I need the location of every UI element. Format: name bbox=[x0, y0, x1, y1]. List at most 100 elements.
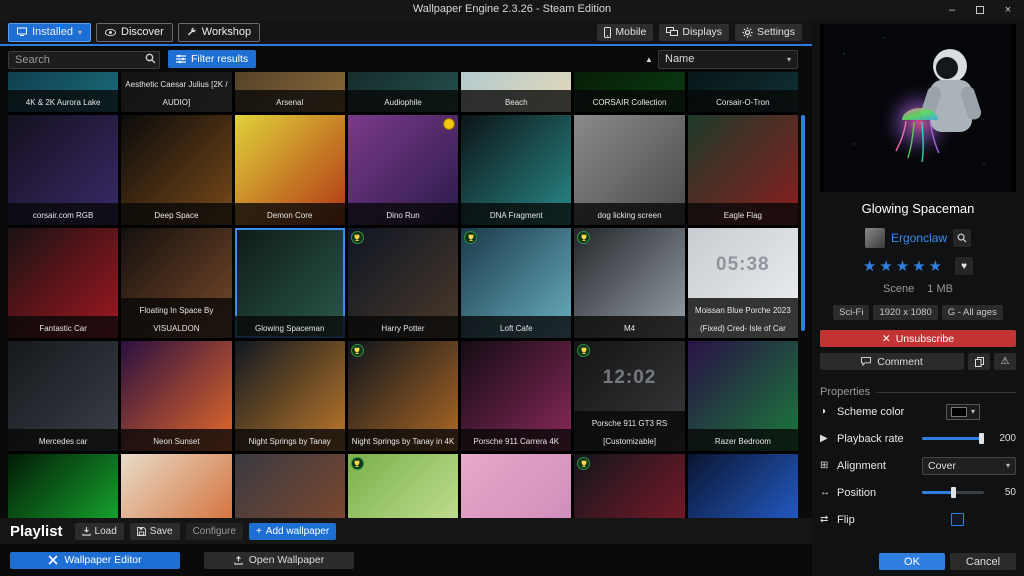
wallpaper-tile[interactable]: Eagle Flag bbox=[688, 115, 798, 225]
wallpaper-tile[interactable] bbox=[8, 454, 118, 518]
wallpaper-tile[interactable]: 12:02 Porsche 911 GT3 RS [Customizable] bbox=[574, 341, 684, 451]
tab-workshop[interactable]: Workshop bbox=[178, 23, 260, 42]
slider-handle[interactable] bbox=[951, 487, 956, 498]
maximize-button[interactable] bbox=[966, 0, 994, 20]
playlist-add-label: Add wallpaper bbox=[266, 526, 329, 537]
chevron-down-icon: ▾ bbox=[971, 407, 975, 416]
cancel-button[interactable]: Cancel bbox=[950, 553, 1016, 570]
filter-results-button[interactable]: Filter results bbox=[168, 50, 256, 68]
wallpaper-tile[interactable] bbox=[121, 454, 231, 518]
wallpaper-tile[interactable]: Corsair-O-Tron bbox=[688, 72, 798, 112]
tile-label-strip: Demon Core bbox=[235, 203, 345, 225]
comment-button[interactable]: Comment bbox=[820, 353, 964, 370]
favorite-button[interactable]: ♥ bbox=[955, 257, 973, 275]
wallpaper-tile[interactable] bbox=[235, 454, 345, 518]
scheme-color-picker[interactable]: ▾ bbox=[946, 404, 980, 420]
displays-button[interactable]: Displays bbox=[659, 24, 729, 41]
wallpaper-tile[interactable]: corsair.com RGB bbox=[8, 115, 118, 225]
sort-dropdown[interactable]: Name ▾ bbox=[658, 50, 798, 69]
author-link[interactable]: Ergonclaw bbox=[891, 231, 947, 245]
wallpaper-tile[interactable]: Night Springs by Tanay bbox=[235, 341, 345, 451]
wallpaper-tile[interactable]: Dino Run bbox=[348, 115, 458, 225]
wallpaper-tile[interactable]: Audiophile bbox=[348, 72, 458, 112]
open-wallpaper-button[interactable]: Open Wallpaper bbox=[204, 552, 354, 569]
slider-handle[interactable] bbox=[979, 433, 984, 444]
wallpaper-tile[interactable]: 4K & 2K Aurora Lake bbox=[8, 72, 118, 112]
wallpaper-tile[interactable]: Loft Cafe bbox=[461, 228, 571, 338]
tile-label-strip: Night Springs by Tanay bbox=[235, 429, 345, 451]
playlist-save-button[interactable]: Save bbox=[130, 523, 180, 540]
wallpaper-tile[interactable]: Fantastic Car bbox=[8, 228, 118, 338]
mobile-button[interactable]: Mobile bbox=[597, 24, 653, 41]
tab-installed[interactable]: Installed ▾ bbox=[8, 23, 91, 42]
tile-label-strip: Porsche 911 Carrera 4K bbox=[461, 429, 571, 451]
ok-button[interactable]: OK bbox=[879, 553, 945, 570]
tags-row: Sci-Fi 1920 x 1080 G - All ages bbox=[820, 305, 1016, 320]
wallpaper-tile[interactable] bbox=[461, 454, 571, 518]
wallpaper-title: Mercedes car bbox=[39, 437, 87, 446]
properties-header: Properties bbox=[820, 386, 1016, 398]
comment-icon bbox=[861, 357, 871, 366]
tag-genre: Sci-Fi bbox=[833, 305, 869, 320]
alignment-dropdown[interactable]: Cover ▾ bbox=[922, 457, 1016, 475]
sort-direction-button[interactable]: ▲ bbox=[640, 55, 658, 64]
tab-discover[interactable]: Discover bbox=[96, 23, 173, 42]
playlist-add-wallpaper-button[interactable]: + Add wallpaper bbox=[249, 523, 336, 540]
wallpaper-title: M4 bbox=[624, 324, 635, 333]
properties-divider bbox=[876, 392, 1016, 393]
wallpaper-tile[interactable]: DNA Fragment bbox=[461, 115, 571, 225]
wallpaper-tile[interactable]: Floating In Space By VISUALDON bbox=[121, 228, 231, 338]
detail-panel: Glowing Spaceman Ergonclaw ★★★★★ ♥ Scene… bbox=[812, 20, 1024, 576]
author-search-button[interactable] bbox=[953, 229, 971, 247]
wallpaper-tile[interactable]: Deep Space bbox=[121, 115, 231, 225]
chevron-down-icon: ▾ bbox=[78, 28, 82, 37]
wallpaper-tile[interactable]: Demon Core bbox=[235, 115, 345, 225]
search-input[interactable] bbox=[8, 51, 160, 69]
flip-checkbox[interactable] bbox=[951, 513, 964, 526]
chevron-down-icon: ▾ bbox=[787, 55, 791, 64]
unsubscribe-label: Unsubscribe bbox=[896, 333, 954, 345]
grid-scrollbar[interactable] bbox=[801, 115, 805, 331]
property-scheme-color: ◑ Scheme color ▾ bbox=[820, 398, 1016, 425]
copy-button[interactable] bbox=[968, 353, 990, 370]
wallpaper-tile[interactable]: Arsenal bbox=[235, 72, 345, 112]
trophy-icon bbox=[353, 460, 361, 468]
star-rating[interactable]: ★★★★★ bbox=[863, 257, 945, 275]
wallpaper-tile[interactable]: Aesthetic Caesar Julius [2K / AUDIO] bbox=[121, 72, 231, 112]
tile-label-strip: DNA Fragment bbox=[461, 203, 571, 225]
playlist-configure-button[interactable]: Configure bbox=[186, 523, 243, 540]
gear-icon bbox=[742, 27, 753, 38]
settings-button[interactable]: Settings bbox=[735, 24, 802, 41]
wallpaper-tile[interactable]: M4 bbox=[574, 228, 684, 338]
wrench-icon bbox=[187, 27, 197, 37]
wallpaper-tile[interactable]: dog licking screen bbox=[574, 115, 684, 225]
position-slider[interactable] bbox=[922, 491, 984, 494]
wallpaper-tile[interactable] bbox=[688, 454, 798, 518]
wallpaper-tile[interactable]: Neon Sunset bbox=[121, 341, 231, 451]
playlist-load-button[interactable]: Load bbox=[75, 523, 124, 540]
search-icon bbox=[145, 53, 156, 64]
wallpaper-tile[interactable]: Beach bbox=[461, 72, 571, 112]
author-avatar[interactable] bbox=[865, 228, 885, 248]
tab-bar: Installed ▾ Discover Workshop Mobile Dis… bbox=[0, 20, 812, 46]
wallpaper-tile[interactable]: 05:38 Moissan Blue Porche 2023 (Fixed) C… bbox=[688, 228, 798, 338]
playback-rate-slider[interactable] bbox=[922, 437, 984, 440]
report-button[interactable]: ⚠ bbox=[994, 353, 1016, 370]
wallpaper-tile[interactable] bbox=[574, 454, 684, 518]
wallpaper-tile[interactable]: Harry Potter bbox=[348, 228, 458, 338]
playlist-configure-label: Configure bbox=[193, 526, 236, 537]
wallpaper-tile[interactable]: Glowing Spaceman bbox=[235, 228, 345, 338]
wallpaper-tile[interactable]: Mercedes car bbox=[8, 341, 118, 451]
wallpaper-tile[interactable]: CORSAIR CORSAIR Collection bbox=[574, 72, 684, 112]
unsubscribe-button[interactable]: ✕ Unsubscribe bbox=[820, 330, 1016, 347]
wallpaper-tile[interactable]: Night Springs by Tanay in 4K bbox=[348, 341, 458, 451]
wallpaper-tile[interactable]: Porsche 911 Carrera 4K bbox=[461, 341, 571, 451]
flip-icon: ⇄ bbox=[820, 514, 837, 525]
minimize-button[interactable]: – bbox=[938, 0, 966, 20]
wallpaper-tile[interactable]: Razer Bedroom bbox=[688, 341, 798, 451]
wallpaper-tile[interactable] bbox=[348, 454, 458, 518]
tab-installed-label: Installed bbox=[32, 26, 73, 38]
wallpaper-editor-button[interactable]: Wallpaper Editor bbox=[10, 552, 180, 569]
wallpaper-title: CORSAIR Collection bbox=[593, 98, 667, 107]
close-button[interactable]: × bbox=[994, 0, 1022, 20]
